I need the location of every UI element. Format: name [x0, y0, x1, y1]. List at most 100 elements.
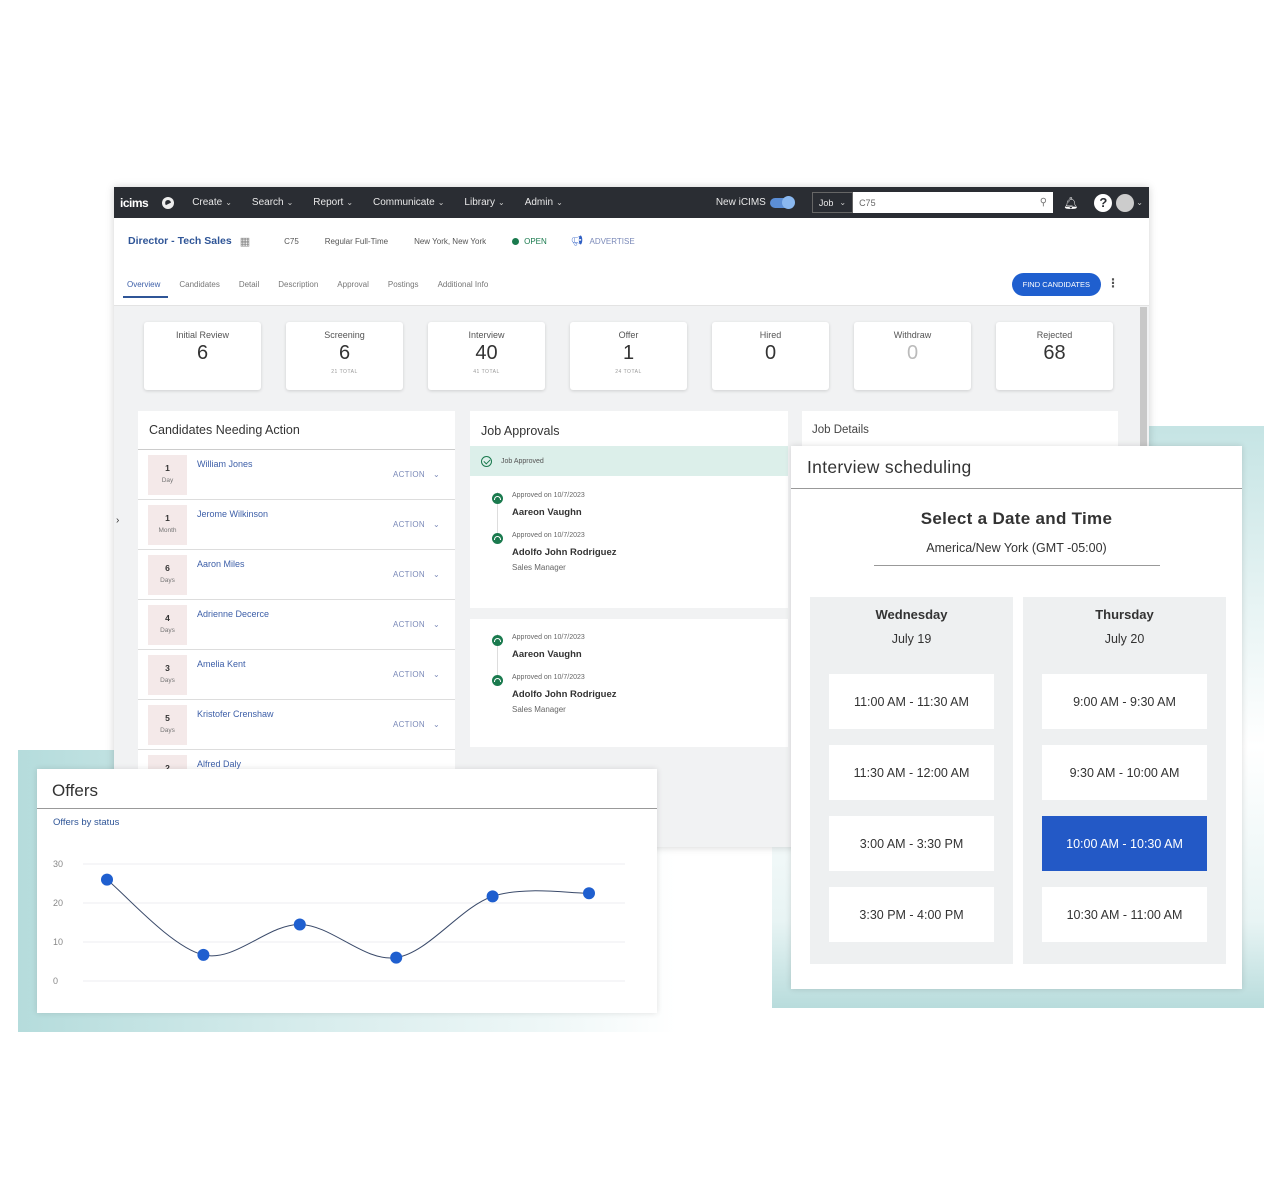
age-badge: 4 Days: [148, 605, 187, 645]
candidate-name-link[interactable]: Alfred Daly: [197, 759, 241, 769]
globe-icon[interactable]: [162, 196, 175, 209]
stat-label: Initial Review: [175, 330, 230, 340]
search-type-select[interactable]: Job ⌄: [811, 192, 854, 213]
stat-label: Screening: [324, 330, 365, 340]
tab-postings[interactable]: Postings: [388, 264, 419, 305]
data-point[interactable]: [101, 873, 113, 886]
stat-offer[interactable]: Offer 1 24 TOTAL: [570, 322, 687, 390]
time-slot-button[interactable]: 3:00 AM - 3:30 PM: [829, 816, 994, 871]
chevron-down-icon: ⌄: [432, 670, 440, 679]
data-point[interactable]: [197, 948, 210, 961]
action-dropdown[interactable]: ACTION ⌄: [393, 720, 440, 729]
day-date: July 19: [891, 632, 932, 646]
time-slot-button[interactable]: 10:30 AM - 11:00 AM: [1042, 887, 1207, 942]
search-icon[interactable]: ⚲: [1040, 197, 1047, 208]
age-unit: Days: [160, 577, 175, 584]
action-dropdown[interactable]: ACTION ⌄: [393, 520, 440, 529]
chevron-down-icon: ⌄: [556, 198, 563, 207]
approver-name: Aareon Vaughn: [512, 649, 582, 660]
data-point[interactable]: [390, 951, 403, 964]
search-input[interactable]: [859, 197, 1040, 208]
search-field[interactable]: ⚲: [853, 192, 1054, 213]
action-dropdown[interactable]: ACTION ⌄: [393, 670, 440, 679]
scrollbar[interactable]: [1140, 307, 1147, 457]
tab-overview[interactable]: Overview: [122, 264, 169, 305]
nav-admin[interactable]: Admin ⌄: [525, 197, 563, 208]
timezone-selector[interactable]: America/New York (GMT -05:00): [873, 541, 1160, 566]
candidate-name-link[interactable]: Aaron Miles: [197, 559, 245, 569]
new-icims-toggle[interactable]: [769, 195, 795, 209]
candidate-name-link[interactable]: Kristofer Crenshaw: [197, 709, 274, 719]
stat-screening[interactable]: Screening 6 21 TOTAL: [286, 322, 403, 390]
stat-value: 0: [906, 342, 919, 364]
time-slot-button[interactable]: 9:30 AM - 10:00 AM: [1042, 745, 1207, 800]
time-slot-button[interactable]: 9:00 AM - 9:30 AM: [1042, 674, 1207, 729]
chevron-down-icon[interactable]: ⌄: [1136, 198, 1143, 207]
candidate-name-link[interactable]: Amelia Kent: [197, 659, 246, 669]
job-header: Director - Tech Sales ▦ C75 Regular Full…: [114, 218, 1149, 264]
age-number: 6: [165, 563, 170, 573]
stat-rejected[interactable]: Rejected 68: [996, 322, 1113, 390]
approved-icon: [492, 635, 503, 646]
avatar[interactable]: [1116, 193, 1135, 212]
data-point[interactable]: [486, 890, 499, 903]
stat-value: 6: [196, 342, 209, 364]
stat-initial-review[interactable]: Initial Review 6: [144, 322, 261, 390]
approver-name: Adolfo John Rodriguez: [512, 547, 617, 558]
advertise-link[interactable]: 📢︎ ADVERTISE: [571, 236, 635, 247]
expand-sidebar-icon[interactable]: ›: [116, 515, 119, 526]
nav-communicate[interactable]: Communicate ⌄: [373, 197, 444, 208]
candidate-name-link[interactable]: William Jones: [197, 459, 253, 469]
action-dropdown[interactable]: ACTION ⌄: [393, 470, 440, 479]
age-unit: Month: [158, 527, 177, 534]
nav-label: Search: [251, 197, 284, 208]
find-candidates-button[interactable]: FIND CANDIDATES: [1011, 273, 1101, 296]
offers-subtitle: Offers by status: [53, 817, 120, 828]
tab-description[interactable]: Description: [278, 264, 318, 305]
tab-additional-info[interactable]: Additional Info: [438, 264, 489, 305]
tab-candidates[interactable]: Candidates: [179, 264, 219, 305]
bell-icon[interactable]: 🔔︎: [1063, 196, 1078, 210]
nav-label: Communicate: [373, 197, 435, 208]
age-unit: Days: [160, 627, 175, 634]
megaphone-icon: 📢︎: [570, 235, 584, 247]
stat-hired[interactable]: Hired 0: [712, 322, 829, 390]
tab-approval[interactable]: Approval: [337, 264, 369, 305]
approver-name: Aareon Vaughn: [512, 507, 582, 518]
tab-detail[interactable]: Detail: [239, 264, 259, 305]
action-dropdown[interactable]: ACTION ⌄: [393, 570, 440, 579]
panel-title: Job Approvals: [481, 424, 560, 438]
y-tick-label: 20: [53, 898, 63, 908]
age-badge: 1 Month: [148, 505, 187, 545]
action-dropdown[interactable]: ACTION ⌄: [393, 620, 440, 629]
data-point[interactable]: [583, 887, 595, 900]
nav-search[interactable]: Search ⌄: [252, 197, 293, 208]
job-title[interactable]: Director - Tech Sales: [128, 235, 232, 247]
day-columns: Wednesday July 19 11:00 AM - 11:30 AM 11:30…: [810, 597, 1226, 964]
candidate-name-link[interactable]: Adrienne Decerce: [197, 609, 269, 619]
nav-label: Report: [313, 197, 344, 208]
nav-create[interactable]: Create ⌄: [192, 197, 232, 208]
time-slot-button[interactable]: 11:30 AM - 12:00 AM: [829, 745, 994, 800]
candidate-name-link[interactable]: Jerome Wilkinson: [197, 509, 268, 519]
time-slot-button[interactable]: 11:00 AM - 11:30 AM: [829, 674, 994, 729]
icims-logo[interactable]: icims: [120, 196, 149, 210]
help-icon[interactable]: ?: [1094, 193, 1113, 212]
nav-report[interactable]: Report ⌄: [313, 197, 353, 208]
stat-value: 0: [764, 342, 777, 364]
stat-label: Offer: [618, 330, 639, 340]
top-navbar: icims Create ⌄ Search ⌄ Report ⌄ Communicat…: [114, 187, 1149, 218]
stat-interview[interactable]: Interview 40 41 TOTAL: [428, 322, 545, 390]
approval-date: Approved on 10/7/2023: [512, 532, 585, 539]
data-point[interactable]: [293, 918, 306, 931]
advertise-label: ADVERTISE: [589, 236, 635, 246]
stat-withdraw[interactable]: Withdraw 0: [854, 322, 971, 390]
time-slot-button[interactable]: 10:00 AM - 10:30 AM: [1042, 816, 1207, 871]
nav-library[interactable]: Library ⌄: [464, 197, 504, 208]
more-options-icon[interactable]: ⋮: [1107, 276, 1119, 290]
job-approvals-panel-secondary: Approved on 10/7/2023 Aareon Vaughn Appr…: [470, 619, 788, 747]
chevron-down-icon: ⌄: [432, 720, 440, 729]
time-slots: 11:00 AM - 11:30 AM 11:30 AM - 12:00 AM 3:…: [810, 674, 1013, 942]
series-line: [106, 879, 590, 959]
time-slot-button[interactable]: 3:30 PM - 4:00 PM: [829, 887, 994, 942]
